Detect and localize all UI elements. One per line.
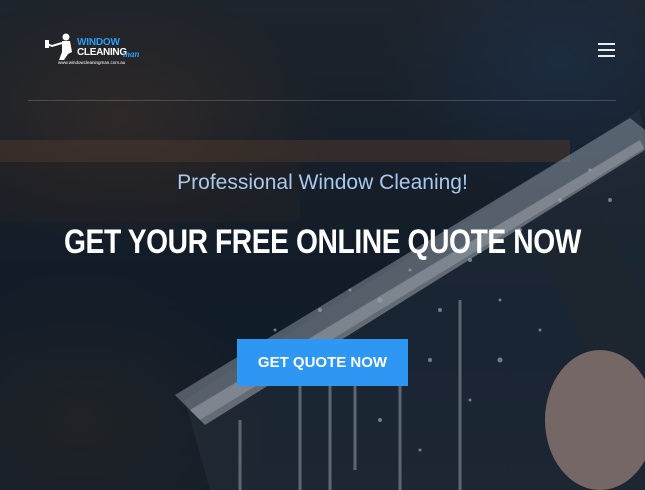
menu-bar-top [598, 43, 615, 45]
menu-bar-middle [598, 49, 615, 51]
logo-word-man: man [123, 49, 140, 59]
get-quote-button[interactable]: GET QUOTE NOW [237, 339, 408, 386]
site-header: WINDOW CLEANING man www.windowcleaningma… [0, 0, 645, 100]
site-logo[interactable]: WINDOW CLEANING man www.windowcleaningma… [44, 32, 144, 70]
hamburger-menu-icon[interactable] [596, 42, 616, 58]
logo-url: www.windowcleaningman.com.au [58, 60, 126, 65]
header-divider [28, 100, 616, 101]
menu-bar-bottom [598, 55, 615, 57]
window-cleaner-figure-icon [45, 33, 72, 60]
logo-word-cleaning: CLEANING [77, 47, 127, 58]
hero-section: WINDOW CLEANING man www.windowcleaningma… [0, 0, 645, 490]
hero-subtitle: Professional Window Cleaning! [177, 171, 468, 194]
hero-headline: GET YOUR FREE ONLINE QUOTE NOW [64, 223, 581, 261]
